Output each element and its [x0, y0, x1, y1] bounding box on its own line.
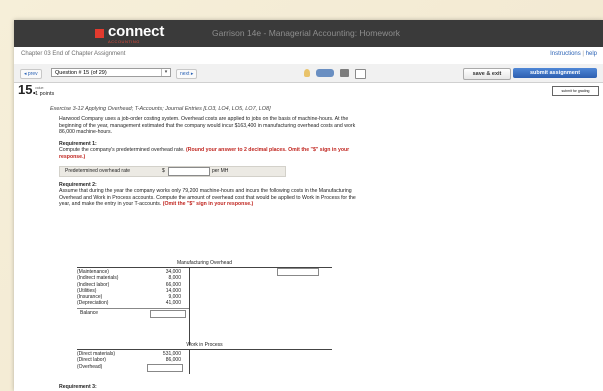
assignment-bar: Chapter 03 End of Chapter Assignment Ins…	[14, 47, 603, 65]
question-toolbar: ◂ prev Question # 15 (of 29) ▾ next ▸ sa…	[14, 64, 603, 83]
intro-text: Harwood Company uses a job-order costing…	[59, 116, 356, 136]
overhead-rate-row: Predetermined overhead rate $ per MH	[59, 165, 286, 177]
overhead-applied-input[interactable]	[147, 363, 183, 372]
t-account-manufacturing-overhead: Manufacturing Overhead (Maintenance) 34,…	[77, 260, 332, 350]
link-separator: |	[582, 51, 584, 57]
requirement-1-text: Compute the company's predetermined over…	[59, 147, 359, 160]
row-value: 41,000	[165, 300, 181, 307]
balance-label: Balance	[80, 309, 99, 316]
help-links: Instructions | help	[550, 51, 597, 57]
help-link[interactable]: help	[586, 51, 597, 57]
exercise-title: Exercise 3-12 Applying Overhead; T-Accou…	[50, 106, 271, 112]
question-number: 15.	[18, 82, 37, 97]
next-button[interactable]: next ▸	[176, 69, 198, 79]
requirement-2-text: Assume that during the year the company …	[59, 188, 359, 208]
t-account-title: Manufacturing Overhead	[77, 260, 332, 268]
t-account-row: (Overhead)	[77, 363, 332, 372]
value-label: value:	[35, 86, 45, 90]
t-account-row: (Depreciation) 41,000	[77, 300, 332, 306]
rate-unit: per MH	[212, 167, 229, 174]
logo-text: connect	[108, 23, 165, 40]
t-account-work-in-process: Work in Process (Direct materials) 531,0…	[77, 342, 332, 382]
t-account-title: Work in Process	[77, 342, 332, 350]
requirement-1-instruction: Compute the company's predetermined over…	[59, 147, 185, 154]
calculator-icon[interactable]	[355, 69, 366, 79]
balance-row: Balance	[77, 307, 189, 318]
requirement-1-title: Requirement 1:	[59, 140, 97, 147]
rate-dollar-sign: $	[162, 167, 165, 174]
question-select-value: Question # 15 (of 29)	[55, 70, 107, 76]
row-label: (Depreciation)	[77, 300, 109, 307]
balance-input[interactable]	[150, 309, 186, 318]
question-body: Harwood Company uses a job-order costing…	[59, 116, 359, 208]
requirement-3-title: Requirement 3:	[59, 384, 97, 390]
instructions-link[interactable]: Instructions	[550, 51, 581, 57]
requirement-2-title: Requirement 2:	[59, 181, 97, 188]
tool-icons	[304, 69, 366, 79]
question-header: 15. value: 1 points submit for grading	[14, 82, 603, 102]
print-icon[interactable]	[340, 69, 349, 77]
overhead-rate-input[interactable]	[168, 166, 210, 176]
prev-button[interactable]: ◂ prev	[20, 69, 42, 79]
logo-mark-icon	[95, 29, 104, 38]
connect-logo: connect ACCOUNTING	[95, 23, 165, 44]
app-title: Garrison 14e - Managerial Accounting: Ho…	[212, 28, 401, 38]
assignment-title: Chapter 03 End of Chapter Assignment	[21, 51, 126, 57]
question-points: 1 points	[35, 91, 55, 97]
submit-for-grading-button[interactable]: submit for grading	[552, 86, 599, 96]
requirement-2-note: (Omit the "$" sign in your response.)	[162, 201, 254, 208]
logo-subtext: ACCOUNTING	[108, 39, 140, 44]
hint-icon[interactable]	[304, 69, 310, 77]
chevron-down-icon: ▾	[161, 69, 170, 76]
submit-assignment-button[interactable]: submit assignment	[513, 68, 597, 78]
save-exit-button[interactable]: save & exit	[463, 68, 511, 80]
browser-window: connect ACCOUNTING Garrison 14e - Manage…	[14, 20, 603, 391]
reference-icon[interactable]	[316, 69, 334, 77]
rate-label: Predetermined overhead rate	[65, 167, 131, 174]
question-select[interactable]: Question # 15 (of 29) ▾	[51, 68, 171, 77]
app-header: connect ACCOUNTING Garrison 14e - Manage…	[14, 20, 603, 47]
row-label: (Overhead)	[77, 363, 103, 370]
